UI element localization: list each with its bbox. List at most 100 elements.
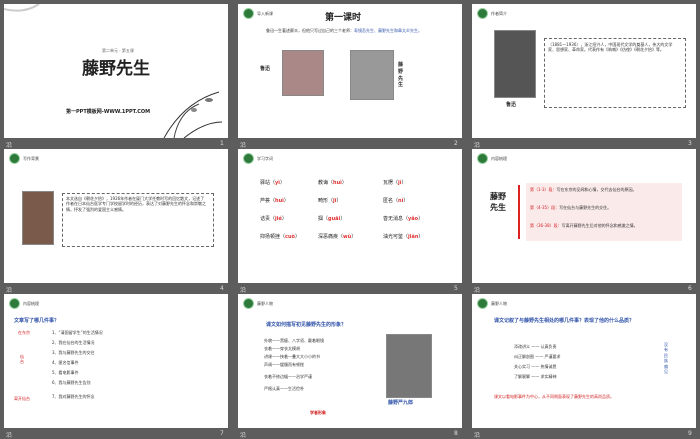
question-text: 文章写了哪几件事？ — [14, 318, 60, 324]
slide-number: 8 — [454, 430, 458, 437]
badge-dot-icon — [243, 298, 254, 309]
photo-caption: 藤野严九郎 — [388, 400, 414, 406]
intro-text: 鲁迅一生著述颇丰，但他只写过自己的三个老师：寿镜吾先生、藤野先生和章太炎先生。 — [266, 28, 422, 33]
slide-number: 7 — [220, 430, 224, 437]
section-badge: 内容梳理 — [477, 153, 507, 164]
vocab-item: 畸形（jī） — [318, 198, 342, 204]
character-name: 藤野 先生 — [490, 191, 506, 212]
section-badge: 作者简介 — [477, 8, 507, 19]
section-badge: 藤野人物 — [243, 298, 273, 309]
slide-title: 第一课时 — [325, 13, 362, 23]
section-badge: 藤野人物 — [477, 298, 507, 309]
footer-text: 第一PPT模板网-WWW.1PPT.COM — [66, 109, 151, 115]
vocab-item: 抑扬顿挫（cuò） — [260, 234, 301, 240]
background-photo — [22, 191, 54, 245]
section-badge: 导入新课 — [243, 8, 273, 19]
badge-dot-icon — [9, 298, 20, 309]
badge-dot-icon — [477, 8, 488, 19]
event-quality-row: 纠正解剖图 —— 严谨要求 — [514, 354, 561, 359]
conclusion-note: 学者形象 — [310, 410, 326, 415]
slide-4-thumbnail[interactable]: 写作背景 本文选自《朝花夕拾》，1926年作者在厦门大学任教时写的回忆散文，记述… — [4, 149, 228, 283]
section-badge: 学习字词 — [243, 153, 273, 164]
section-badge: 内容梳理 — [9, 298, 39, 309]
orchid-decoration — [163, 91, 223, 138]
slide-3-thumbnail[interactable]: 作者简介 鲁迅 （1881—1936），浙江绍兴人，中国现代文学的奠基人，伟大的… — [472, 4, 696, 138]
photo-label-luxun: 鲁迅 — [260, 66, 271, 72]
badge-dot-icon — [243, 153, 254, 164]
place-label: 在东京 — [18, 330, 30, 335]
place-label: 离开仙台 — [14, 396, 30, 401]
background-text: 本文选自《朝花夕拾》，1926年作者在厦门大学任教时写的回忆散文，记述了作者在日… — [66, 196, 206, 212]
event-item: 5、看电影事件 — [52, 370, 79, 375]
section-badge: 写作背景 — [9, 153, 39, 164]
slide-7-thumbnail[interactable]: 内容梳理 文章写了哪几件事？ 在东京 仙台 离开仙台 1、“清国留学生”的生活情… — [4, 294, 228, 428]
badge-dot-icon — [243, 8, 254, 19]
slide-number: 3 — [688, 140, 692, 147]
slide-number: 沿 — [474, 142, 481, 149]
slide-number: 5 — [454, 285, 458, 292]
vocab-item: 匿名（nì） — [383, 198, 409, 204]
slide-5-thumbnail[interactable]: 学习字词 驿站（yì） 教诲（huì） 瓦楞（jì） 芦荟（huì） 畸形（jī… — [238, 149, 462, 283]
slide-title: 藤野先生 — [82, 59, 150, 79]
event-quality-row: 关心实习 —— 热情诚恳 — [514, 364, 557, 369]
place-label: 仙台 — [20, 354, 24, 365]
slide-number: 沿 — [240, 287, 247, 294]
slide-number: 6 — [688, 285, 692, 292]
event-item: 7、我对藤野先生的怀念 — [52, 394, 95, 399]
summary-item: 第（1-3）段：写在东京的见闻和心情，交代去仙台的原因。 — [530, 187, 637, 192]
slide-number: 4 — [220, 285, 224, 292]
side-note: 没有民族偏见 — [664, 342, 668, 374]
slide-number: 沿 — [6, 142, 13, 149]
tengye-photo — [350, 50, 394, 100]
event-item: 1、“清国留学生”的生活情况 — [52, 330, 103, 335]
question-text: 课文如何描写初见藤野先生的形象？ — [266, 322, 347, 328]
summary-item: 第（36-38）段：写离开藤野先生后对他的怀念和感激之情。 — [530, 223, 638, 228]
slide-2-thumbnail[interactable]: 导入新课 第一课时 鲁迅一生著述颇丰，但他只写过自己的三个老师：寿镜吾先生、藤野… — [238, 4, 462, 138]
slide-9-thumbnail[interactable]: 藤野人物 课文记叙了与藤野先生相处的哪几件事？表现了他的什么品质？ 添改讲义 —… — [472, 294, 696, 428]
vocab-item: 诘责（jié） — [260, 216, 287, 222]
trait-row: 外貌——黑瘦、八字须、戴着眼镜 — [264, 338, 324, 343]
divider-bar — [518, 185, 520, 239]
slide-number: 沿 — [474, 287, 481, 294]
slide-1-thumbnail[interactable]: 第二单元 · 第五课 藤野先生 第一PPT模板网-WWW.1PPT.COM — [4, 4, 228, 138]
vocab-item: 教诲（huì） — [318, 180, 347, 186]
trait-row: 严格认真——生活俭朴 — [264, 386, 304, 391]
vocab-item: 掴（guāi） — [318, 216, 346, 222]
author-name: 鲁迅 — [506, 102, 517, 108]
trait-row: 讲课——挟着一叠大大小小的书 — [264, 354, 320, 359]
unit-label: 第二单元 · 第五课 — [102, 48, 134, 53]
vocab-item: 杳无消息（yǎo） — [383, 216, 424, 222]
slide-number: 沿 — [240, 142, 247, 149]
tengye-photo — [386, 334, 432, 398]
event-item: 6、我与藤野先生告别 — [52, 380, 91, 385]
author-photo — [494, 30, 536, 98]
event-quality-row: 了解裹脚 —— 求实精神 — [514, 374, 557, 379]
luxun-photo — [282, 50, 324, 96]
badge-dot-icon — [477, 298, 488, 309]
event-quality-row: 添改讲义 —— 认真负责 — [514, 344, 557, 349]
event-item: 4、匿名信事件 — [52, 360, 79, 365]
badge-dot-icon — [477, 153, 488, 164]
question-text: 课文记叙了与藤野先生相处的哪几件事？表现了他的什么品质？ — [494, 318, 635, 324]
vocab-item: 瓦楞（jì） — [383, 180, 407, 186]
slide-6-thumbnail[interactable]: 内容梳理 藤野 先生 第（1-3）段：写在东京的见闻和心情，交代去仙台的原因。 第… — [472, 149, 696, 283]
bio-text: （1881—1936），浙江绍兴人，中国现代文学的奠基人，伟大的文学家、思想家、… — [548, 42, 673, 53]
slide-number: 9 — [688, 430, 692, 437]
trait-row: 衣着——穿衣太模胡 — [264, 346, 300, 351]
slide-number: 2 — [454, 140, 458, 147]
vocab-item: 驿站（yì） — [260, 180, 286, 186]
badge-dot-icon — [9, 153, 20, 164]
event-item: 2、我在仙台的生活情况 — [52, 340, 95, 345]
trait-row: 衣着不修边幅——治学严谨 — [264, 374, 312, 379]
slide-8-thumbnail[interactable]: 藤野人物 课文如何描写初见藤野先生的形象？ 外貌——黑瘦、八字须、戴着眼镜 衣着… — [238, 294, 462, 428]
summary-item: 第（4-35）段：写在仙台与藤野先生的交往。 — [530, 205, 612, 210]
vocab-item: 芦荟（huì） — [260, 198, 289, 204]
slide-number: 沿 — [6, 287, 13, 294]
conclusion-text: 课文以看电影事件为中心，从不同侧面表现了藤野先生的高尚品质。 — [494, 394, 614, 399]
vocab-item: 深恶痛疾（wù） — [318, 234, 357, 240]
slide-number: 1 — [220, 140, 224, 147]
brush-stroke-decoration — [4, 4, 40, 12]
event-item: 3、我与藤野先生的交往 — [52, 350, 95, 355]
vocab-item: 油光可鉴（jiàn） — [383, 234, 424, 240]
photo-label-tengye: 藤野先生 — [398, 62, 404, 89]
